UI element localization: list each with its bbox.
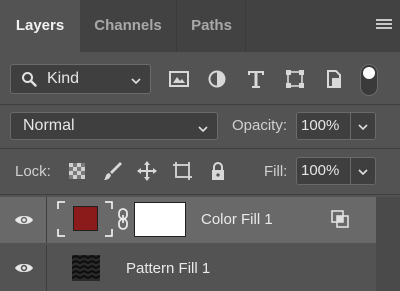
tab-bar: Layers Channels Paths bbox=[0, 0, 400, 52]
layer-thumbnail[interactable] bbox=[57, 201, 113, 237]
lock-all-icon[interactable] bbox=[207, 160, 229, 182]
layer-row-pattern-fill[interactable]: Pattern Fill 1 bbox=[0, 245, 376, 291]
smart-object-filter-icon[interactable] bbox=[323, 68, 345, 90]
chevron-down-icon bbox=[130, 73, 142, 91]
link-chain-icon[interactable] bbox=[116, 208, 130, 235]
visibility-toggle[interactable] bbox=[0, 245, 47, 291]
tab-layers[interactable]: Layers bbox=[0, 0, 80, 52]
blend-mode-dropdown[interactable]: Normal bbox=[10, 112, 218, 140]
opacity-label: Opacity: bbox=[232, 117, 288, 134]
scrollbar-track[interactable] bbox=[376, 197, 400, 291]
divider bbox=[0, 194, 400, 195]
filter-type-dropdown[interactable]: Kind bbox=[10, 64, 151, 94]
layer-row-color-fill[interactable]: Color Fill 1 bbox=[0, 197, 376, 243]
layer-name[interactable]: Pattern Fill 1 bbox=[126, 260, 210, 277]
divider bbox=[0, 148, 400, 149]
pattern-thumbnail[interactable] bbox=[71, 254, 101, 281]
tab-paths[interactable]: Paths bbox=[178, 0, 246, 52]
lock-transparent-pixels-icon[interactable] bbox=[66, 160, 88, 182]
layer-name[interactable]: Color Fill 1 bbox=[201, 211, 273, 228]
fill-dropdown-button[interactable] bbox=[351, 157, 376, 185]
divider bbox=[0, 104, 400, 105]
opacity-input[interactable]: 100% bbox=[296, 112, 351, 140]
opacity-dropdown-button[interactable] bbox=[351, 112, 376, 140]
shape-filter-icon[interactable] bbox=[284, 68, 306, 90]
tab-channels[interactable]: Channels bbox=[80, 0, 177, 52]
fill-label: Fill: bbox=[264, 163, 288, 180]
image-filter-icon[interactable] bbox=[168, 68, 190, 90]
layers-panel: Layers Channels Paths Kind Normal Opacit… bbox=[0, 0, 400, 291]
eye-icon bbox=[15, 215, 33, 225]
eye-icon bbox=[15, 263, 33, 273]
fill-input[interactable]: 100% bbox=[296, 157, 351, 185]
lock-position-icon[interactable] bbox=[136, 160, 158, 182]
lock-artboard-icon[interactable] bbox=[171, 160, 193, 182]
search-icon bbox=[21, 71, 37, 92]
chevron-down-icon bbox=[358, 169, 368, 176]
toggle-knob bbox=[363, 67, 375, 79]
lock-image-pixels-icon[interactable] bbox=[102, 160, 124, 182]
chevron-down-icon bbox=[358, 124, 368, 131]
adjustment-filter-icon[interactable] bbox=[206, 68, 228, 90]
type-filter-icon[interactable] bbox=[245, 68, 267, 90]
lock-label: Lock: bbox=[15, 163, 51, 180]
filter-kind-label: Kind bbox=[47, 70, 80, 87]
panel-menu-icon[interactable] bbox=[376, 19, 392, 33]
layer-mask-thumbnail[interactable] bbox=[134, 202, 186, 237]
blend-mode-value: Normal bbox=[23, 117, 75, 134]
fill-color-swatch[interactable] bbox=[73, 206, 98, 231]
chevron-down-icon bbox=[197, 121, 209, 139]
smart-filter-icon bbox=[330, 209, 350, 234]
visibility-toggle[interactable] bbox=[0, 197, 47, 243]
filter-toggle-switch[interactable] bbox=[360, 64, 378, 96]
